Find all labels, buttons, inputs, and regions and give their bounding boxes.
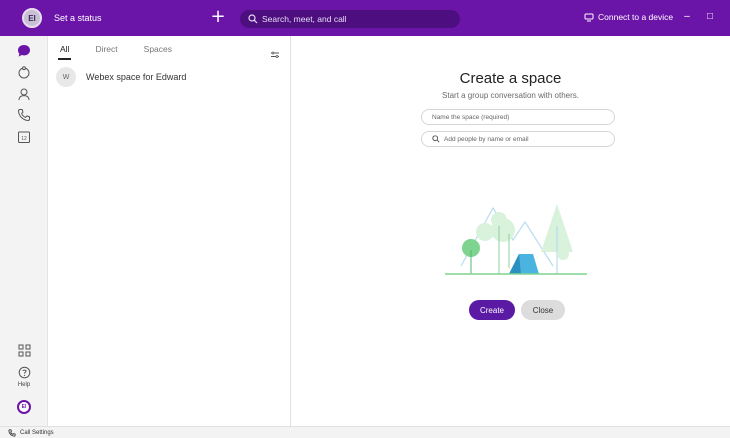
- list-tabs: All Direct Spaces: [58, 44, 196, 60]
- list-item[interactable]: W Webex space for Edward: [56, 66, 284, 88]
- call-settings-bar[interactable]: Call Settings: [0, 426, 730, 438]
- add-people-input[interactable]: Add people by name or email: [421, 131, 615, 147]
- filter-button[interactable]: [270, 46, 280, 64]
- call-settings-icon: [8, 428, 16, 437]
- tab-spaces[interactable]: Spaces: [142, 44, 174, 60]
- tab-all[interactable]: All: [58, 44, 72, 60]
- calendar-day: 12: [21, 136, 27, 142]
- maximize-button[interactable]: □: [703, 10, 717, 24]
- chat-bubble-icon: [18, 45, 30, 57]
- people-icon: [18, 66, 30, 79]
- apps-grid-icon: [18, 344, 30, 356]
- rail-item-teams[interactable]: [14, 63, 34, 83]
- rail-help-button[interactable]: [14, 362, 34, 382]
- add-people-placeholder: Add people by name or email: [444, 135, 529, 143]
- page-title: Create a space: [459, 70, 562, 87]
- device-icon: [584, 13, 594, 21]
- spaces-list-panel: All Direct Spaces W Webex space for Edwa…: [48, 36, 291, 426]
- rail-item-messaging[interactable]: [14, 41, 34, 61]
- connect-device-button[interactable]: Connect to a device: [584, 12, 673, 22]
- profile-avatar-initials: EI: [17, 400, 31, 414]
- create-button[interactable]: Create: [469, 300, 515, 320]
- set-status-button[interactable]: Set a status: [54, 13, 102, 23]
- call-settings-label: Call Settings: [20, 429, 54, 436]
- space-name: Webex space for Edward: [86, 72, 187, 82]
- top-bar: EI Set a status + Search, meet, and call…: [0, 0, 730, 36]
- search-icon: [432, 135, 440, 143]
- rail-item-calling[interactable]: [14, 105, 34, 125]
- user-avatar[interactable]: EI: [22, 8, 42, 28]
- search-icon: [248, 14, 258, 24]
- filter-icon: [271, 51, 279, 58]
- minimize-button[interactable]: –: [680, 10, 694, 24]
- connect-device-label: Connect to a device: [598, 12, 674, 22]
- phone-icon: [17, 109, 30, 122]
- calendar-icon: 12: [18, 131, 30, 143]
- tab-direct[interactable]: Direct: [93, 44, 119, 60]
- space-name-input[interactable]: Name the space (required): [421, 109, 615, 125]
- rail-item-contacts[interactable]: [14, 84, 34, 104]
- search-placeholder: Search, meet, and call: [262, 14, 347, 24]
- camping-illustration: [445, 204, 587, 275]
- page-subtitle: Start a group conversation with others.: [442, 91, 579, 100]
- space-avatar: W: [56, 67, 76, 87]
- close-button[interactable]: Close: [521, 300, 565, 320]
- rail-user-avatar[interactable]: EI: [14, 397, 34, 417]
- create-space-panel: Create a space Start a group conversatio…: [291, 36, 730, 426]
- rail-item-calendar[interactable]: 12: [14, 127, 34, 147]
- help-icon: [18, 366, 30, 378]
- help-label: Help: [17, 382, 31, 388]
- search-bar[interactable]: Search, meet, and call: [240, 10, 460, 28]
- new-space-button[interactable]: +: [210, 7, 226, 27]
- rail-apps-button[interactable]: [14, 340, 34, 360]
- person-icon: [18, 88, 30, 101]
- navigation-rail: 12 Help EI: [0, 36, 48, 426]
- webex-app-window: EI Set a status + Search, meet, and call…: [0, 0, 730, 438]
- space-name-placeholder: Name the space (required): [432, 113, 510, 121]
